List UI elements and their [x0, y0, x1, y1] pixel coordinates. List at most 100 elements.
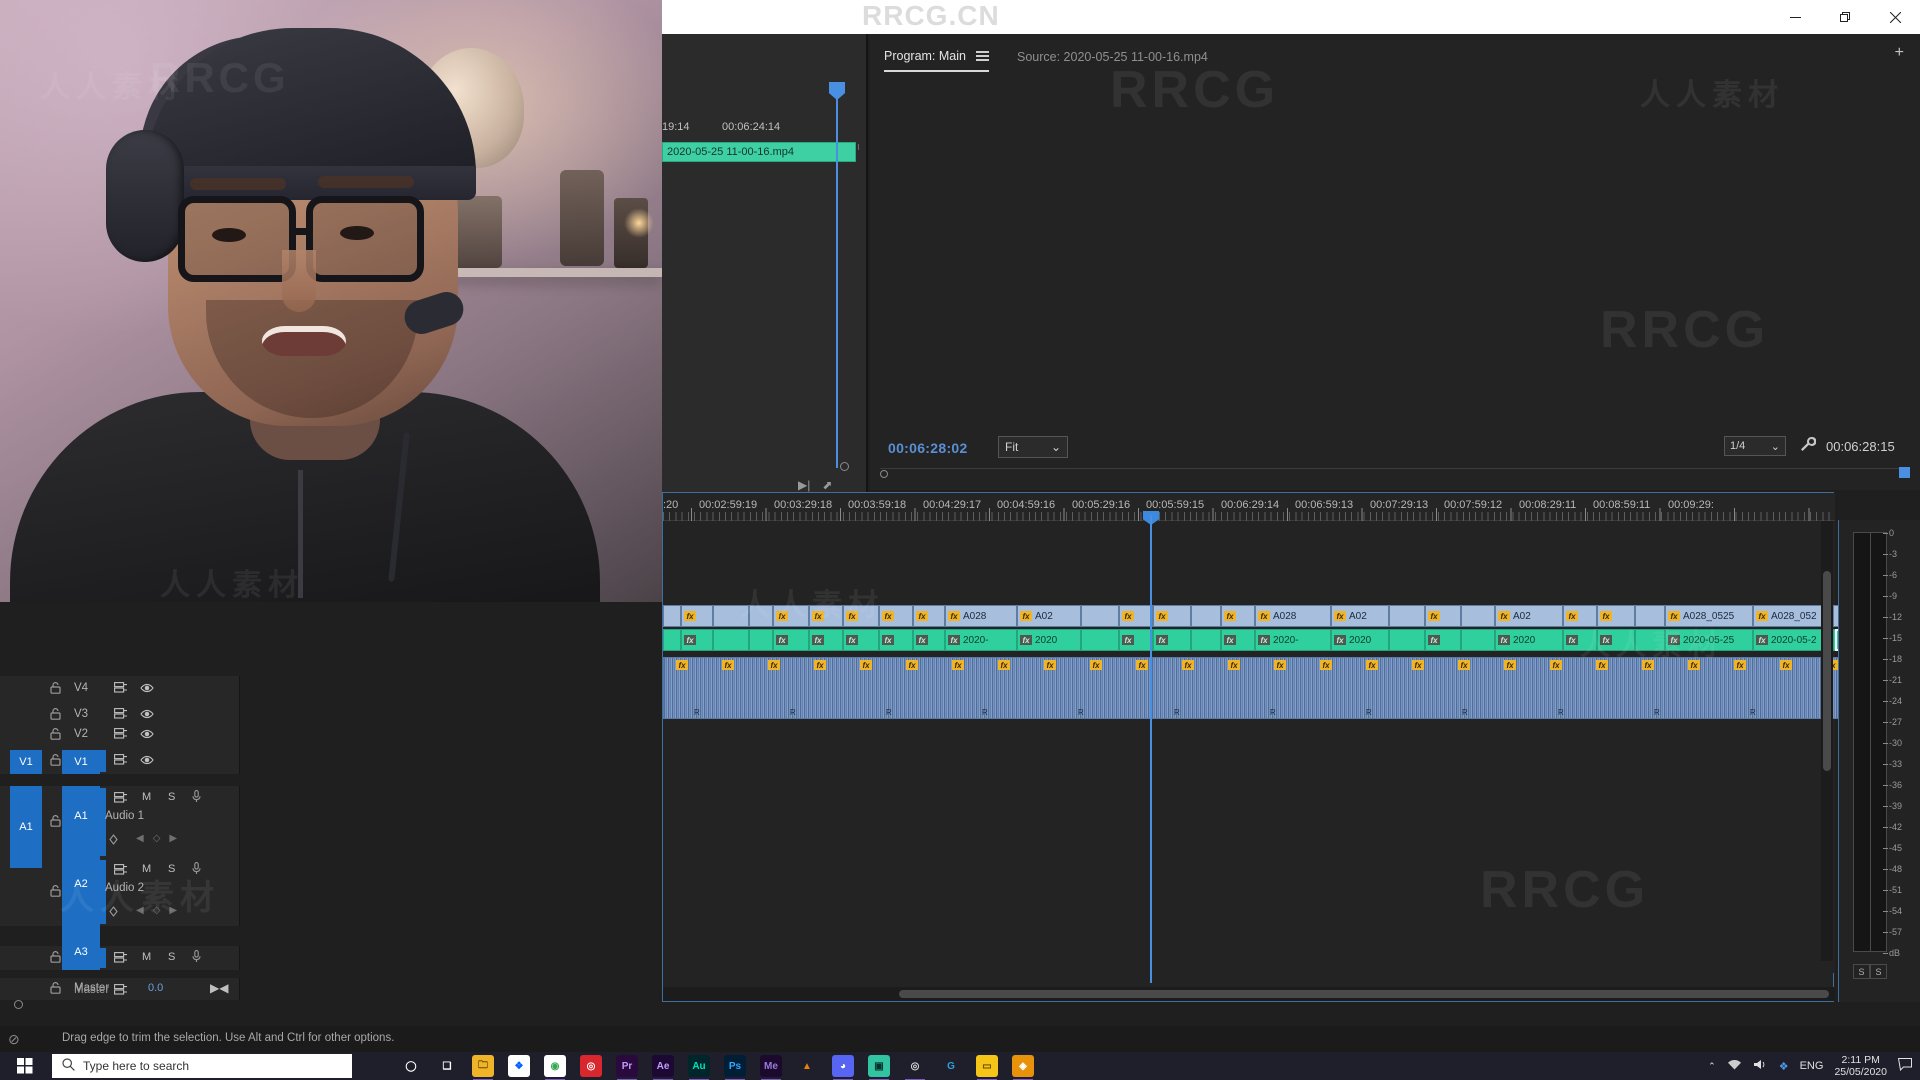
track-sync-lock-icon[interactable]: [114, 864, 128, 878]
timeline-zoom-handle-left[interactable]: [14, 1000, 23, 1009]
timeline-clip[interactable]: fx 2020-: [1255, 629, 1331, 651]
audio-patch-label-a1[interactable]: A1: [62, 810, 100, 822]
program-monitor-panel[interactable]: Program: Main Source: 2020-05-25 11-00-1…: [870, 34, 1920, 513]
timeline-clip[interactable]: fx: [809, 605, 843, 627]
track-header-v2[interactable]: V2: [0, 722, 240, 748]
meter-solo-buttons[interactable]: S S: [1853, 964, 1887, 979]
tab-program-main[interactable]: Program: Main: [884, 48, 989, 72]
panel-menu-icon[interactable]: [975, 48, 989, 63]
language-indicator[interactable]: ENG: [1800, 1060, 1824, 1072]
track-sync-lock-icon[interactable]: [114, 728, 128, 742]
track-sync-lock-icon[interactable]: [114, 792, 128, 806]
audio-meters-panel[interactable]: 0 -3 -6 -9 -12 -15 -18 -21 -24 -27 -30 -33 -36 -39 -42…: [1838, 520, 1920, 1002]
taskbar-clock[interactable]: 2:11 PM 25/05/2020: [1834, 1054, 1887, 1078]
vlc-icon[interactable]: ▲: [796, 1055, 818, 1077]
track-lock-icon[interactable]: [50, 708, 61, 723]
timeline-clip[interactable]: [1191, 605, 1221, 627]
timeline-clip[interactable]: fx: [1425, 629, 1461, 651]
cortana-icon[interactable]: ◯: [400, 1055, 422, 1077]
timeline-clip[interactable]: [1389, 629, 1425, 651]
timeline-clip[interactable]: [1081, 629, 1119, 651]
timeline-clip[interactable]: fx A02: [1331, 605, 1389, 627]
timeline-clip[interactable]: fx A02: [1495, 605, 1563, 627]
streamlabs-icon[interactable]: ▣: [868, 1055, 890, 1080]
track-visibility-eye-icon[interactable]: [140, 729, 154, 742]
audio-patch-label-a3[interactable]: A3: [62, 946, 100, 958]
track-sync-lock-icon[interactable]: [114, 984, 128, 998]
timeline-clip[interactable]: [749, 605, 773, 627]
timeline-clip[interactable]: fx: [1221, 605, 1255, 627]
track-header-a3[interactable]: A3 M S: [0, 946, 240, 970]
audition-icon[interactable]: Au: [688, 1055, 710, 1080]
system-tray[interactable]: ⌃ ❖ ENG 2:11 PM 25/05/2020: [1708, 1052, 1912, 1080]
timeline-clip[interactable]: fx: [1221, 629, 1255, 651]
track-name-label[interactable]: V2: [74, 728, 88, 740]
adobe-cc-icon[interactable]: ◈: [1012, 1055, 1034, 1080]
export-frame-icon[interactable]: ⬈: [822, 478, 832, 492]
track-visibility-eye-icon[interactable]: [140, 709, 154, 722]
target-track-a1[interactable]: A1: [10, 786, 42, 868]
track-name-label[interactable]: V3: [74, 708, 88, 720]
window-controls[interactable]: [1770, 0, 1920, 34]
premiere-pro-icon[interactable]: Pr: [616, 1055, 638, 1080]
dropbox-icon[interactable]: ❖: [508, 1055, 530, 1077]
timeline-clip[interactable]: fx: [1119, 629, 1153, 651]
track-mute-button[interactable]: M: [142, 791, 151, 803]
timeline-clip[interactable]: fx: [879, 629, 913, 651]
timeline-clip[interactable]: [663, 605, 681, 627]
track-mute-button[interactable]: M: [142, 863, 151, 875]
settings-wrench-icon[interactable]: [1800, 436, 1817, 456]
timeline-clip[interactable]: fx A028: [945, 605, 1017, 627]
photoshop-icon[interactable]: Ps: [724, 1055, 746, 1080]
keyframe-nav-controls[interactable]: ◀◇▶: [136, 905, 186, 916]
timeline-clip[interactable]: fx A02: [1017, 605, 1081, 627]
speaker-icon[interactable]: [1753, 1058, 1768, 1074]
track-header-v4[interactable]: V4: [0, 676, 240, 702]
track-lock-icon[interactable]: [50, 815, 61, 830]
track-lock-icon[interactable]: [50, 682, 61, 697]
track-sync-lock-icon[interactable]: [114, 952, 128, 966]
timeline-clip[interactable]: fx: [1153, 605, 1191, 627]
timeline-clip[interactable]: [1081, 605, 1119, 627]
timeline-clip[interactable]: fx A028_0525: [1665, 605, 1753, 627]
zoom-level-select[interactable]: Fit ⌄: [998, 436, 1068, 458]
track-header-master[interactable]: Master 0.0 ▶◀: [0, 978, 240, 1000]
master-pan-icon[interactable]: ▶◀: [210, 981, 228, 995]
wifi-icon[interactable]: [1727, 1058, 1742, 1074]
mega-icon[interactable]: ◎: [580, 1055, 602, 1077]
timeline-clip[interactable]: fx 2020-05-25: [1665, 629, 1753, 651]
timeline-clip[interactable]: [713, 605, 749, 627]
task-view-icon[interactable]: ❏: [436, 1055, 458, 1077]
timeline-horizontal-scrollbar[interactable]: [663, 987, 1835, 1001]
timeline-playhead[interactable]: [1150, 515, 1152, 983]
timeline-clip[interactable]: [1635, 605, 1665, 627]
dropbox-tray-icon[interactable]: ❖: [1779, 1060, 1789, 1073]
taskbar-search[interactable]: Type here to search: [52, 1054, 352, 1078]
discord-icon[interactable]: ◕: [832, 1055, 854, 1080]
audio-clip[interactable]: fx fx fx fx fx fx fx fx fx fx fx fx fx fx fx fx fx fx fx fx…: [663, 657, 1865, 719]
file-explorer-icon[interactable]: 🗀: [472, 1055, 494, 1080]
source-tools[interactable]: ▶| ⬈: [798, 478, 832, 492]
track-visibility-eye-icon[interactable]: [140, 683, 154, 696]
timeline-clip[interactable]: fx: [843, 629, 879, 651]
target-track-v1[interactable]: V1: [10, 750, 42, 774]
track-solo-button[interactable]: S: [168, 863, 175, 875]
timeline-clip[interactable]: [749, 629, 773, 651]
track-record-mic-icon[interactable]: [192, 790, 201, 806]
timeline-vscroll-thumb[interactable]: [1823, 571, 1831, 771]
timeline-clip[interactable]: fx: [1153, 629, 1191, 651]
playback-resolution-select[interactable]: 1/4 ⌄: [1724, 436, 1786, 456]
track-solo-button[interactable]: S: [168, 791, 175, 803]
timeline-clip[interactable]: fx: [843, 605, 879, 627]
keyframe-diamond-icon[interactable]: [108, 834, 119, 848]
timeline-clip[interactable]: fx: [773, 629, 809, 651]
taskbar-app-list[interactable]: ◯ ❏ 🗀 ❖ ◉ ◎ Pr Ae Au Ps Me ▲ ◕ ▣ ◎ G ▭ ◈: [400, 1053, 1034, 1080]
track-mute-button[interactable]: M: [142, 951, 151, 963]
track-sync-lock-icon[interactable]: [114, 708, 128, 722]
timeline-hscroll-thumb[interactable]: [899, 990, 1829, 998]
track-record-mic-icon[interactable]: [192, 950, 201, 966]
scrubber-left-handle[interactable]: [880, 470, 888, 478]
track-header-a2[interactable]: A2 M S Audio 2 ◀◇▶: [0, 858, 240, 926]
timeline-clip[interactable]: fx: [1563, 605, 1597, 627]
timeline-tracks-area[interactable]: fx fx fx fx fx fx fx A028 fx A02 fx fx fx fx A028 fx A02…: [663, 521, 1865, 973]
